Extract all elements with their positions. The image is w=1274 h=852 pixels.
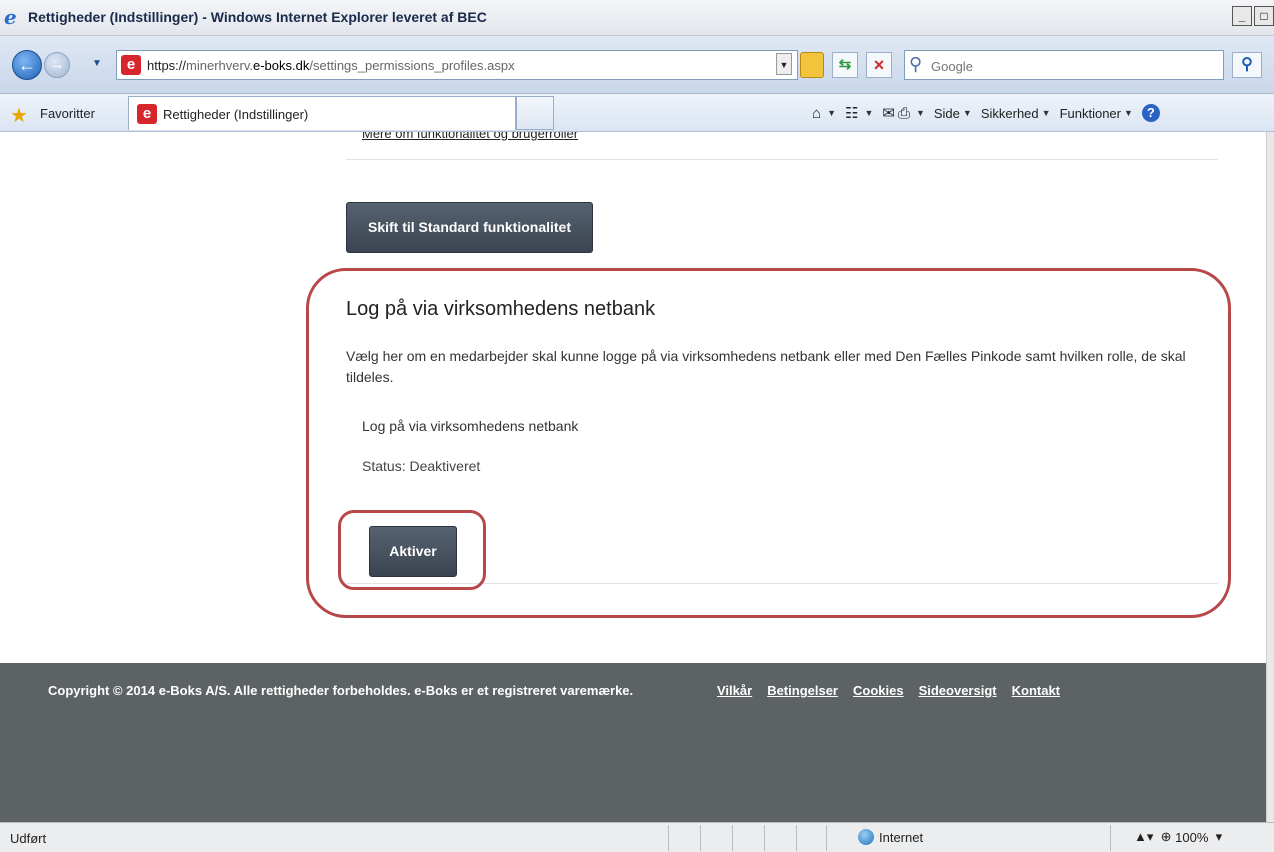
status-pane (826, 825, 827, 851)
favorites-bar: ★ Favoritter e Rettigheder (Indstillinge… (0, 94, 1274, 132)
command-bar: ⌂ ▼ ☷ ▼ ✉ ⎙ ▼ Side ▼ Sikkerhed ▼ Funktioner ▼ … (812, 104, 1160, 122)
feeds-icon[interactable]: ☷ (845, 104, 858, 122)
footer: Copyright © 2014 e-Boks A/S. Alle rettig… (0, 663, 1266, 822)
protected-mode-icon[interactable]: ▲▾ (1134, 829, 1153, 845)
switch-standard-button[interactable]: Skift til Standard funktionalitet (346, 202, 593, 253)
ie-logo-icon: e (4, 5, 17, 29)
footer-links: Vilkår Betingelser Cookies Sideoversigt … (717, 683, 1075, 698)
status-pane (732, 825, 733, 851)
url-subdomain: minerhverv. (186, 58, 253, 73)
status-pane (764, 825, 765, 851)
search-box: ⚲ (904, 50, 1224, 80)
minimize-button[interactable]: _ (1232, 6, 1252, 26)
mail-icon[interactable]: ✉ (882, 104, 895, 122)
address-dropdown-icon[interactable]: ▼ (776, 53, 792, 75)
forward-button[interactable]: → (44, 52, 70, 78)
address-bar[interactable]: e https://minerhverv.e-boks.dk/settings_… (116, 50, 798, 80)
url-host: e-boks.dk (252, 58, 310, 73)
section-title: Log på via virksomhedens netbank (346, 298, 656, 320)
status-pane (1110, 825, 1111, 851)
footer-link-contact[interactable]: Kontakt (1012, 683, 1060, 698)
status-text: Status: Deaktiveret (362, 458, 481, 474)
url-scheme: https:// (147, 58, 187, 73)
vertical-scrollbar[interactable] (1266, 132, 1274, 822)
section-description: Vælg her om en medarbejder skal kunne lo… (346, 348, 1186, 385)
url-path: /settings_permissions_profiles.aspx (309, 58, 515, 73)
page-content: Mere om funktionalitet og brugerroller S… (0, 132, 1266, 822)
tab-active[interactable]: e Rettigheder (Indstillinger) (128, 96, 516, 130)
new-tab-button[interactable] (516, 96, 554, 130)
address-url[interactable]: https://minerhverv.e-boks.dk/settings_pe… (147, 58, 515, 73)
home-dropdown-icon[interactable]: ▼ (827, 108, 836, 118)
status-bar: Udført Internet ▲▾ ⊕ 100% ▾ (0, 822, 1274, 852)
maximize-button[interactable]: □ (1254, 6, 1274, 26)
lock-icon[interactable] (800, 52, 824, 78)
search-provider-icon: ⚲ (909, 54, 923, 74)
address-toolbar: ← → ▼ e https://minerhverv.e-boks.dk/set… (0, 36, 1274, 94)
netbank-login-label: Log på via virksomhedens netbank (362, 418, 579, 434)
security-menu[interactable]: Sikkerhed (981, 106, 1039, 121)
footer-link-cookies[interactable]: Cookies (853, 683, 904, 698)
window-controls: _ □ (1230, 6, 1274, 26)
page-dropdown-icon[interactable]: ▼ (963, 108, 972, 118)
status-text-bar: Udført (10, 831, 47, 846)
zoom-control[interactable]: ▲▾ ⊕ 100% ▾ (1134, 829, 1222, 845)
security-zone[interactable]: Internet (858, 829, 923, 845)
copyright-text: Copyright © 2014 e-Boks A/S. Alle rettig… (48, 683, 634, 698)
zoom-icon: ⊕ (1160, 829, 1172, 844)
page-menu[interactable]: Side (934, 106, 960, 121)
window-title: Rettigheder (Indstillinger) - Windows In… (28, 9, 487, 25)
print-dropdown-icon[interactable]: ▼ (916, 108, 925, 118)
globe-icon (858, 829, 874, 845)
site-favicon-icon: e (121, 55, 141, 75)
status-pane (700, 825, 701, 851)
footer-link-conditions[interactable]: Betingelser (767, 683, 838, 698)
search-input[interactable] (931, 56, 1211, 76)
security-dropdown-icon[interactable]: ▼ (1042, 108, 1051, 118)
roles-info-link[interactable]: Mere om funktionalitet og brugerroller (362, 132, 578, 141)
home-icon[interactable]: ⌂ (812, 105, 821, 122)
tab-label: Rettigheder (Indstillinger) (163, 107, 309, 122)
stop-icon[interactable]: × (866, 52, 892, 78)
tab-favicon-icon: e (137, 104, 157, 124)
status-pane (796, 825, 797, 851)
refresh-icon[interactable]: ⇆ (832, 52, 858, 78)
favorites-star-icon[interactable]: ★ (10, 103, 28, 128)
history-dropdown-icon[interactable]: ▼ (92, 58, 102, 69)
divider (346, 159, 1218, 160)
footer-link-sitemap[interactable]: Sideoversigt (919, 683, 997, 698)
feeds-dropdown-icon[interactable]: ▼ (864, 108, 873, 118)
zone-label: Internet (879, 829, 924, 845)
favorites-button[interactable]: Favoritter (40, 106, 95, 121)
activate-button[interactable]: Aktiver (369, 526, 457, 577)
search-icon[interactable]: ⚲ (1232, 52, 1262, 78)
title-bar: e Rettigheder (Indstillinger) - Windows … (0, 0, 1274, 36)
footer-link-terms[interactable]: Vilkår (717, 683, 752, 698)
zoom-dropdown-icon[interactable]: ▾ (1216, 829, 1223, 845)
tools-dropdown-icon[interactable]: ▼ (1124, 108, 1133, 118)
zoom-level: 100% (1175, 829, 1209, 845)
tools-menu[interactable]: Funktioner (1060, 106, 1121, 121)
print-icon[interactable]: ⎙ (898, 105, 910, 122)
back-button[interactable]: ← (12, 50, 42, 80)
help-icon[interactable]: ? (1141, 104, 1160, 122)
status-pane (668, 825, 669, 851)
